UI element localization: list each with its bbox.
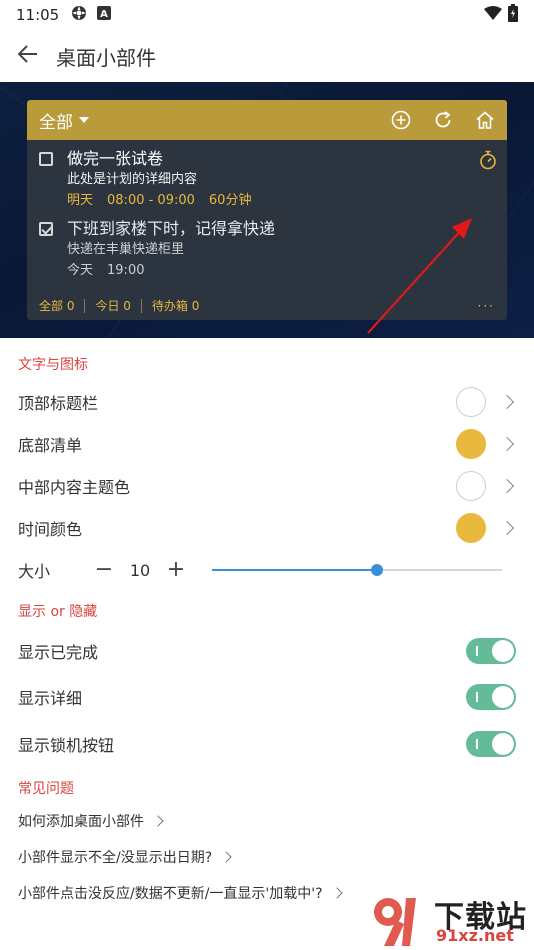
slider-fill xyxy=(212,569,378,571)
toggle-row-show-completed: 显示已完成 xyxy=(0,630,534,672)
home-icon[interactable] xyxy=(475,110,495,130)
task-detail: 快递在丰巢快递柜里 xyxy=(67,242,185,257)
page-title: 桌面小部件 xyxy=(56,45,156,70)
more-icon[interactable]: ··· xyxy=(478,299,495,313)
widget-preview: 全部 做完一张试卷 此处是计划的详细内容 明天 08:00 - 09:00 60… xyxy=(0,82,534,338)
faq-item[interactable]: 小部件显示不全/没显示出日期? xyxy=(0,842,534,872)
row-bottom-list[interactable]: 底部清单 xyxy=(0,423,534,465)
size-slider[interactable] xyxy=(212,560,502,580)
size-row: 大小 − 10 + xyxy=(0,550,534,590)
widget-footer: 全部 0 今日 0 待办箱 0 ··· xyxy=(39,297,495,314)
footer-inbox[interactable]: 待办箱 0 xyxy=(152,297,199,314)
color-swatch[interactable] xyxy=(456,471,486,501)
toggle-switch[interactable] xyxy=(466,638,516,664)
faq-text: 小部件点击没反应/数据不更新/一直显示'加载中'? xyxy=(18,886,323,902)
watermark: 下载站 91xz.net xyxy=(364,890,534,950)
row-top-titlebar[interactable]: 顶部标题栏 xyxy=(0,381,534,423)
chevron-right-icon xyxy=(499,520,515,536)
refresh-icon[interactable] xyxy=(433,110,453,130)
toggle-row-show-lock-button: 显示锁机按钮 xyxy=(0,723,534,765)
footer-today[interactable]: 今日 0 xyxy=(95,297,130,314)
footer-divider xyxy=(140,298,142,313)
color-swatch[interactable] xyxy=(456,513,486,543)
widget-filter-dropdown[interactable]: 全部 xyxy=(39,108,89,133)
status-right xyxy=(484,4,518,26)
row-middle-theme-color[interactable]: 中部内容主题色 xyxy=(0,465,534,507)
size-increase-button[interactable]: + xyxy=(166,559,186,581)
task-time: 今天 19:00 xyxy=(67,260,495,282)
section-title-faq: 常见问题 xyxy=(18,781,74,797)
task-item[interactable]: 做完一张试卷 此处是计划的详细内容 明天 08:00 - 09:00 60分钟 xyxy=(39,148,495,212)
task-detail: 此处是计划的详细内容 xyxy=(67,172,198,187)
toggle-row-show-detail: 显示详细 xyxy=(0,676,534,718)
battery-icon xyxy=(508,4,518,26)
toggle-thumb xyxy=(492,640,514,662)
chevron-right-icon xyxy=(220,851,232,863)
task-duration: 60分钟 xyxy=(208,193,252,208)
toggle-thumb xyxy=(492,733,514,755)
widget: 全部 做完一张试卷 此处是计划的详细内容 明天 08:00 - 09:00 60… xyxy=(27,100,507,320)
toggle-on-indicator xyxy=(476,646,478,656)
task-checkbox-checked[interactable] xyxy=(39,222,53,236)
size-label: 大小 xyxy=(18,562,51,581)
status-time: 11:05 xyxy=(16,6,60,24)
slider-knob[interactable] xyxy=(371,564,384,576)
wifi-icon xyxy=(484,6,502,24)
watermark-logo-icon xyxy=(374,898,416,946)
row-time-color[interactable]: 时间颜色 xyxy=(0,507,534,549)
widget-actions xyxy=(391,110,495,130)
color-swatch[interactable] xyxy=(456,429,486,459)
back-arrow-icon xyxy=(17,45,38,67)
task-time: 明天 08:00 - 09:00 60分钟 xyxy=(67,190,495,212)
caret-down-icon xyxy=(79,117,89,123)
row-label: 中部内容主题色 xyxy=(18,478,131,497)
task-checkbox[interactable] xyxy=(39,152,53,166)
row-label: 时间颜色 xyxy=(18,520,83,539)
task-day: 明天 xyxy=(67,193,94,208)
chevron-right-icon xyxy=(499,394,515,410)
chevron-right-icon xyxy=(499,478,515,494)
svg-text:A: A xyxy=(100,9,108,20)
timer-icon[interactable] xyxy=(479,150,497,174)
toggle-on-indicator xyxy=(476,692,478,702)
task-item[interactable]: 下班到家楼下时，记得拿快递 快递在丰巢快递柜里 今天 19:00 xyxy=(39,218,495,282)
row-label: 底部清单 xyxy=(18,436,83,455)
chevron-right-icon xyxy=(152,815,164,827)
settings-icon xyxy=(71,5,87,25)
row-label: 顶部标题栏 xyxy=(18,394,99,413)
faq-item[interactable]: 如何添加桌面小部件 xyxy=(0,806,534,836)
toggle-thumb xyxy=(492,686,514,708)
section-title-text-icon: 文字与图标 xyxy=(18,357,88,373)
color-swatch[interactable] xyxy=(456,387,486,417)
toggle-on-indicator xyxy=(476,739,478,749)
widget-body: 做完一张试卷 此处是计划的详细内容 明天 08:00 - 09:00 60分钟 下班… xyxy=(27,140,507,320)
status-bar: 11:05 A xyxy=(0,0,534,30)
task-time-range: 08:00 - 09:00 xyxy=(107,193,195,208)
chevron-right-icon xyxy=(330,887,343,899)
task-time-range: 19:00 xyxy=(107,263,145,278)
toggle-switch[interactable] xyxy=(466,731,516,757)
size-value: 10 xyxy=(129,560,151,580)
add-circle-icon[interactable] xyxy=(391,110,411,130)
back-button[interactable] xyxy=(0,30,56,82)
toggle-label: 显示锁机按钮 xyxy=(18,736,115,755)
faq-text: 小部件显示不全/没显示出日期? xyxy=(18,850,213,866)
chevron-right-icon xyxy=(499,436,515,452)
app-bar: 桌面小部件 xyxy=(0,30,534,82)
watermark-url: 91xz.net xyxy=(436,926,514,945)
task-title: 做完一张试卷 xyxy=(67,149,164,168)
footer-divider xyxy=(84,298,86,313)
footer-all[interactable]: 全部 0 xyxy=(39,297,74,314)
size-decrease-button[interactable]: − xyxy=(94,559,114,581)
toggle-label: 显示详细 xyxy=(18,689,83,708)
widget-filter-label: 全部 xyxy=(39,112,73,133)
a-badge-icon: A xyxy=(97,6,112,24)
toggle-label: 显示已完成 xyxy=(18,643,99,662)
task-title: 下班到家楼下时，记得拿快递 xyxy=(67,219,276,238)
widget-header: 全部 xyxy=(27,100,507,140)
section-title-show-hide: 显示 or 隐藏 xyxy=(18,604,98,620)
faq-text: 如何添加桌面小部件 xyxy=(18,814,144,830)
toggle-switch[interactable] xyxy=(466,684,516,710)
task-day: 今天 xyxy=(67,263,94,278)
